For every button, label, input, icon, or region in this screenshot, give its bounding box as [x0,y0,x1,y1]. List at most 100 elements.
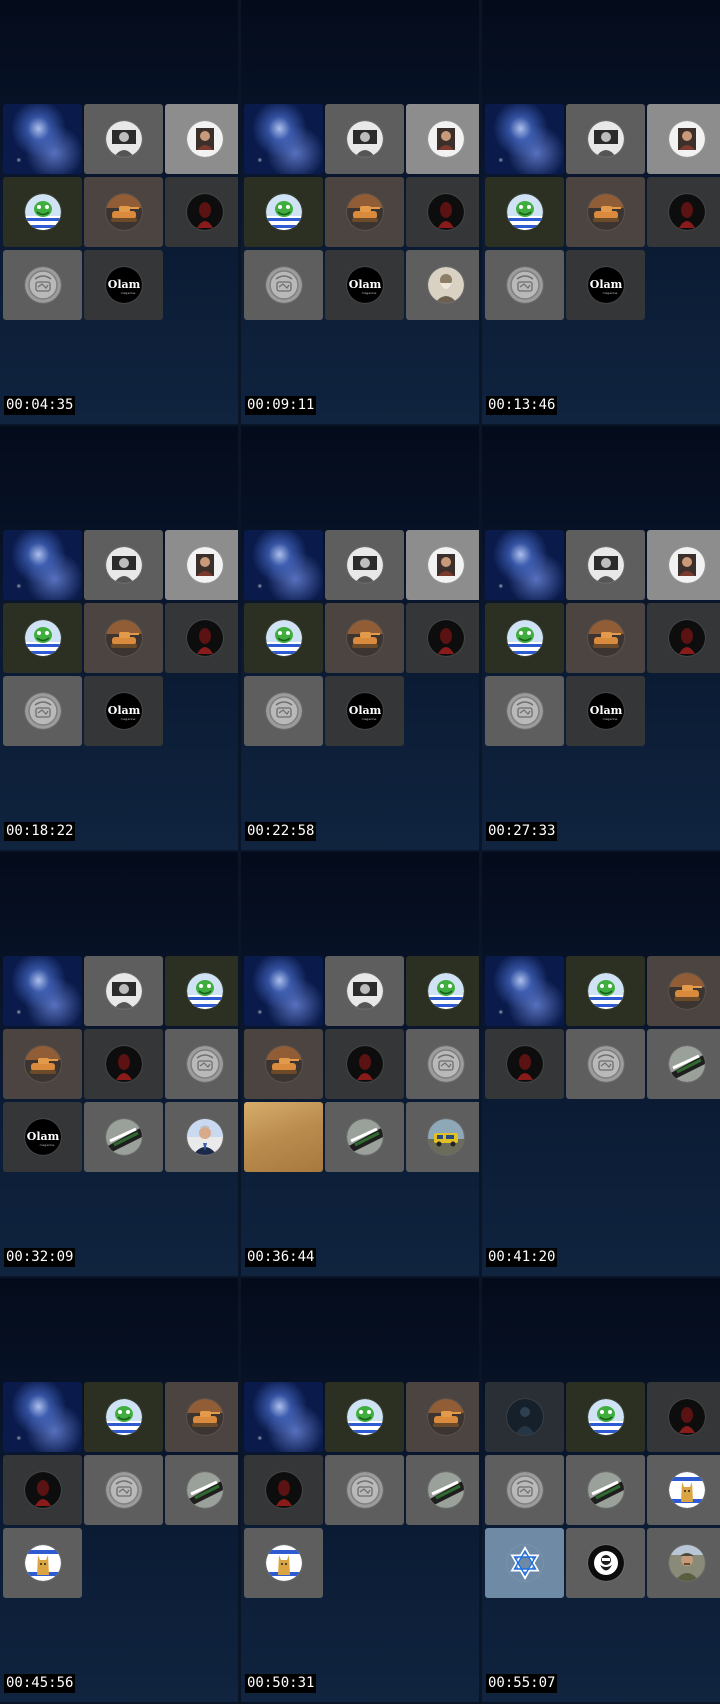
channel-tile[interactable]: Olam magazine [84,676,163,746]
channel-tile[interactable] [566,1382,645,1452]
channel-tile[interactable] [3,104,82,174]
channel-tile[interactable]: Olam magazine [325,676,404,746]
channel-tile[interactable] [485,603,564,673]
channel-tile[interactable] [406,1102,479,1172]
channel-tile[interactable] [325,1029,404,1099]
channel-tile[interactable] [84,530,163,600]
channel-tile[interactable] [566,956,645,1026]
channel-tile[interactable] [406,530,479,600]
channel-tile[interactable] [647,1029,720,1099]
channel-tile[interactable] [84,104,163,174]
channel-tile[interactable]: Olam magazine [566,676,645,746]
channel-tile[interactable] [325,1455,404,1525]
channel-tile[interactable] [325,956,404,1026]
channel-tile[interactable] [406,1029,479,1099]
channel-tile[interactable] [647,603,720,673]
channel-tile[interactable] [165,104,238,174]
channel-tile[interactable] [325,177,404,247]
channel-tile[interactable] [406,104,479,174]
channel-tile[interactable] [3,676,82,746]
channel-tile[interactable] [647,1382,720,1452]
video-frame: 00:41:20 [482,852,720,1276]
channel-tile[interactable] [84,1029,163,1099]
channel-tile[interactable] [406,956,479,1026]
channel-tile[interactable]: Olam magazine [325,250,404,320]
channel-tile[interactable] [566,603,645,673]
channel-tile[interactable] [325,104,404,174]
channel-tile[interactable] [406,603,479,673]
channel-tile[interactable] [406,250,479,320]
channel-tile[interactable] [244,250,323,320]
channel-tile[interactable] [325,530,404,600]
channel-tile[interactable] [325,603,404,673]
channel-tile[interactable] [485,1528,564,1598]
channel-tile[interactable] [244,1102,323,1172]
channel-tile[interactable] [165,1455,238,1525]
channel-tile[interactable] [3,1382,82,1452]
channel-tile[interactable] [325,1102,404,1172]
channel-tile[interactable] [3,1528,82,1598]
channel-tile[interactable] [406,1382,479,1452]
channel-tile[interactable] [647,1455,720,1525]
coin-emblem-icon [24,267,61,303]
channel-tile[interactable] [566,177,645,247]
channel-tile[interactable] [84,603,163,673]
channel-tile[interactable] [485,1029,564,1099]
channel-tile[interactable] [165,530,238,600]
channel-tile[interactable] [406,1455,479,1525]
channel-tile[interactable] [485,1455,564,1525]
channel-tile[interactable] [566,1528,645,1598]
channel-tile[interactable] [325,1382,404,1452]
channel-tile[interactable] [244,177,323,247]
channel-tile[interactable] [165,1029,238,1099]
channel-tile[interactable] [485,104,564,174]
channel-tile[interactable] [244,104,323,174]
video-frame: 00:36:44 [241,852,479,1276]
channel-tile[interactable] [84,1382,163,1452]
channel-tile[interactable] [3,177,82,247]
channel-tile[interactable] [566,1455,645,1525]
channel-tile[interactable] [647,104,720,174]
channel-tile[interactable] [3,956,82,1026]
channel-tile[interactable] [244,1382,323,1452]
channel-tile[interactable] [647,177,720,247]
channel-tile[interactable] [244,676,323,746]
channel-tile[interactable]: Olam magazine [566,250,645,320]
channel-tile[interactable] [485,1382,564,1452]
channel-tile[interactable] [3,250,82,320]
channel-tile[interactable] [84,177,163,247]
channel-tile[interactable] [244,603,323,673]
channel-tile[interactable] [3,603,82,673]
channel-tile[interactable] [165,603,238,673]
channel-tile[interactable] [84,1102,163,1172]
channel-tile[interactable] [165,1382,238,1452]
channel-tile[interactable] [244,1528,323,1598]
channel-tile[interactable]: Olam magazine [84,250,163,320]
channel-tile[interactable] [566,104,645,174]
channel-tile[interactable] [165,177,238,247]
channel-tile[interactable] [485,530,564,600]
channel-tile[interactable] [84,1455,163,1525]
channel-tile[interactable] [3,530,82,600]
channel-tile[interactable] [647,1528,720,1598]
channel-tile[interactable] [485,177,564,247]
channel-tile[interactable] [244,1029,323,1099]
channel-tile[interactable] [3,1455,82,1525]
channel-tile[interactable] [647,956,720,1026]
channel-tile[interactable] [165,1102,238,1172]
channel-tile[interactable] [485,956,564,1026]
channel-tile[interactable] [485,676,564,746]
channel-tile[interactable] [244,530,323,600]
channel-tile[interactable] [84,956,163,1026]
channel-tile[interactable] [485,250,564,320]
channel-tile[interactable] [647,530,720,600]
channel-tile[interactable]: Olam magazine [3,1102,82,1172]
svg-text:magazine: magazine [602,717,617,721]
channel-tile[interactable] [165,956,238,1026]
channel-tile[interactable] [406,177,479,247]
channel-tile[interactable] [3,1029,82,1099]
channel-tile[interactable] [566,530,645,600]
channel-tile[interactable] [566,1029,645,1099]
channel-tile[interactable] [244,1455,323,1525]
channel-tile[interactable] [244,956,323,1026]
